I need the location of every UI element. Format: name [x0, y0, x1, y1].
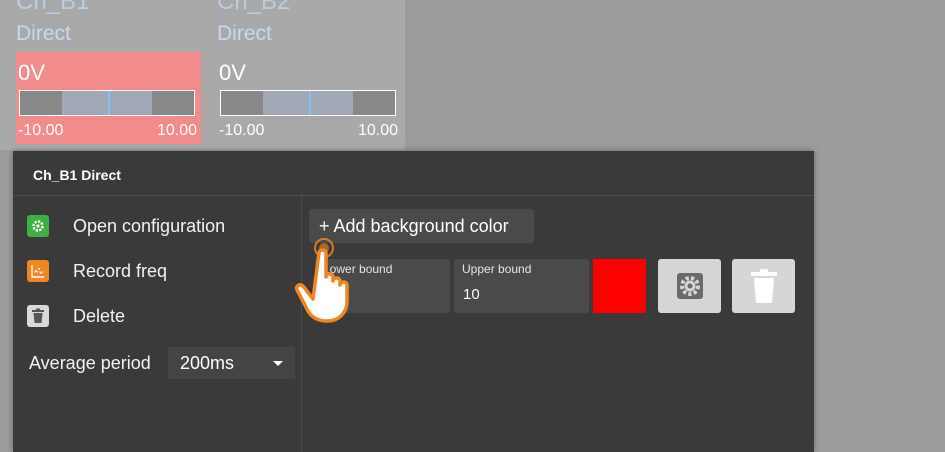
channel-max: 10.00 [357, 122, 398, 139]
upper-bound-field[interactable]: Upper bound 10 [454, 259, 589, 313]
channel-gauge [19, 90, 195, 116]
channel-readout[interactable]: 0V -10.00 10.00 [217, 52, 402, 144]
hand-pointer-icon [294, 238, 349, 323]
channel-mode: Direct [16, 22, 71, 45]
channel-title: Ch_B2 [217, 0, 291, 15]
channel-min: -10.00 [18, 122, 64, 139]
average-period-select[interactable]: 200ms [168, 347, 295, 379]
add-background-color-label: + Add background color [319, 216, 509, 236]
channel-strip: Ch_B1 Direct 0V -10.00 10.00 Ch_B2 Direc… [0, 0, 405, 150]
settings-button[interactable] [658, 259, 721, 313]
open-configuration-item[interactable]: Open configuration [27, 213, 225, 239]
channel-min: -10.00 [219, 122, 265, 139]
chevron-down-icon [273, 361, 283, 366]
upper-bound-label: Upper bound [462, 262, 532, 276]
channel-readout[interactable]: 0V -10.00 10.00 [16, 52, 201, 144]
trash-icon [27, 305, 49, 327]
channel-card-b2[interactable]: Ch_B2 Direct 0V -10.00 10.00 [217, 0, 402, 150]
channel-gauge [220, 90, 396, 116]
menu-label: Delete [73, 305, 126, 326]
color-swatch[interactable] [593, 259, 646, 313]
gauge-range [263, 91, 353, 115]
channel-max: 10.00 [156, 122, 197, 139]
channel-value: 0V [219, 60, 246, 85]
average-period-value: 200ms [180, 353, 235, 373]
dialog-title: Ch_B1 Direct [33, 167, 121, 183]
menu-label: Open configuration [73, 215, 226, 236]
menu-label: Record freq [73, 260, 168, 281]
gauge-needle [108, 91, 110, 115]
dialog-divider [13, 195, 814, 196]
delete-item[interactable]: Delete [27, 303, 125, 329]
gear-icon [27, 215, 49, 237]
channel-value: 0V [18, 60, 45, 85]
gauge-needle [309, 91, 311, 115]
channel-title: Ch_B1 [16, 0, 90, 15]
delete-range-button[interactable] [732, 259, 795, 313]
channel-card-b1[interactable]: Ch_B1 Direct 0V -10.00 10.00 [16, 0, 201, 150]
upper-bound-value: 10 [463, 286, 480, 303]
gear-icon [676, 273, 703, 299]
average-period-label: Average period [29, 353, 151, 373]
channel-options-dialog: Ch_B1 Direct Open configuration Record f… [13, 151, 814, 452]
chart-icon [27, 260, 49, 282]
channel-mode: Direct [217, 22, 272, 45]
trash-icon [750, 269, 777, 303]
gauge-range [62, 91, 152, 115]
record-freq-item[interactable]: Record freq [27, 258, 167, 284]
